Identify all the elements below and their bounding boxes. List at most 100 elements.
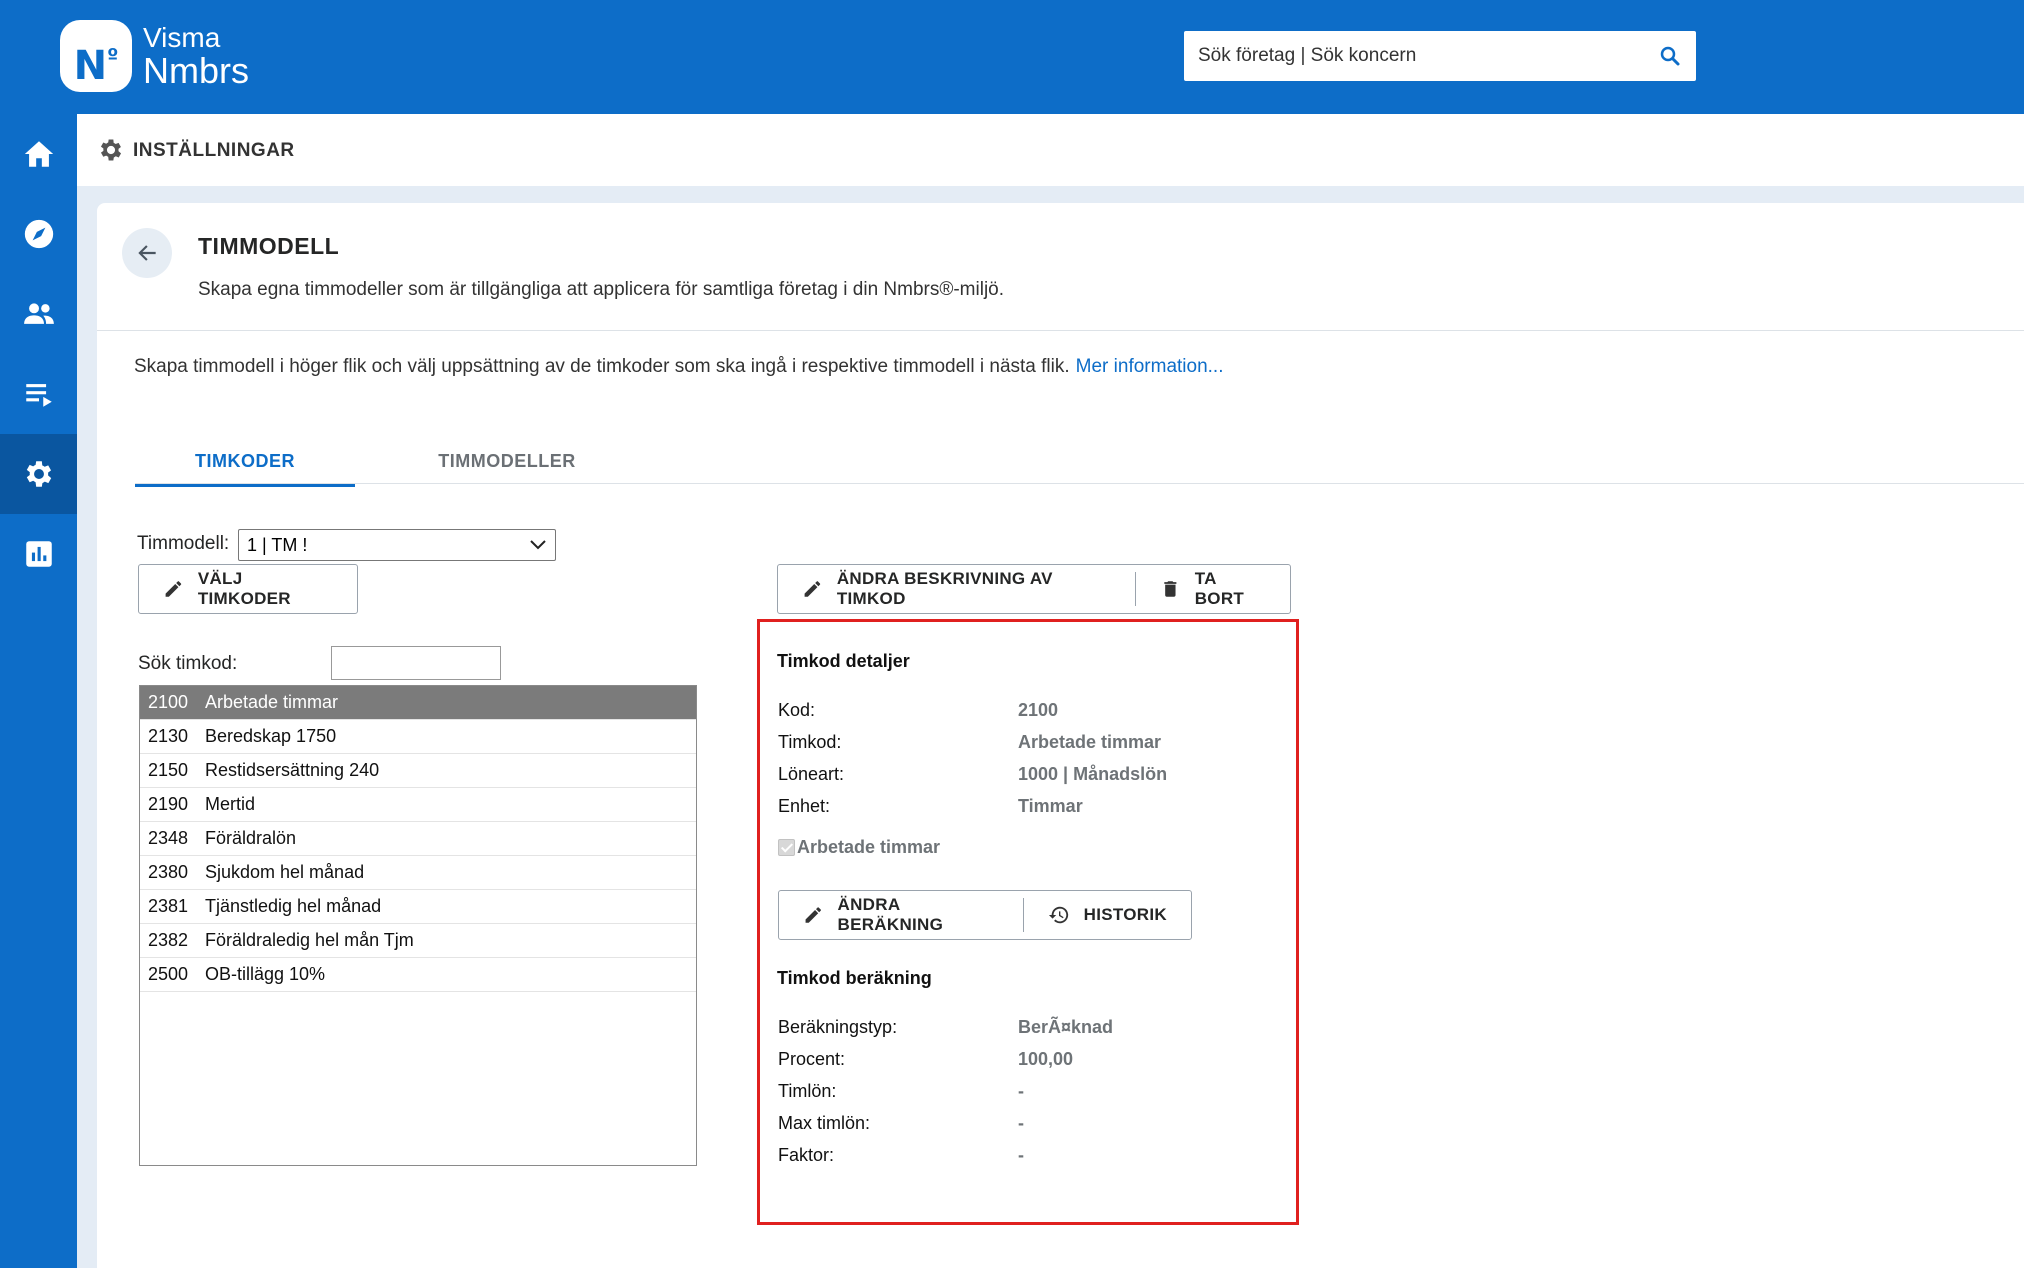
code-search-input[interactable] [331,646,501,680]
detail-value: 2100 [1018,700,1059,720]
detail-value: Timmar [1018,796,1083,816]
code-list[interactable]: 2100 Arbetade timmar 2130 Beredskap 1750 2… [139,685,697,1166]
details-heading: Timkod detaljer [777,651,910,671]
calc-label: Beräkningstyp: [778,1017,898,1037]
choose-codes-button[interactable]: VÄLJ TIMKODER [138,564,358,614]
detail-label: Enhet: [778,796,831,816]
top-bar: Nº Visma Nmbrs [0,0,2024,114]
history-button[interactable]: HISTORIK [1024,891,1191,939]
logo-badge[interactable]: Nº [60,20,132,92]
calc-actions-group: ÄNDRA BERÄKNING HISTORIK [778,890,1192,940]
tab-timkoder[interactable]: TIMKODER [135,435,355,487]
sidebar-item-explore[interactable] [0,194,77,274]
gear-icon [26,461,51,487]
calc-value: BerÃ¤knad [1018,1017,1114,1037]
trash-icon [1164,581,1177,597]
choose-codes-segment: VÄLJ TIMKODER [139,565,357,613]
list-item[interactable]: 2348 Föräldralön [140,822,696,856]
code-number: 2100 [148,692,189,712]
calc-label: Max timlön: [778,1113,871,1133]
code-number: 2190 [148,794,189,814]
list-item[interactable]: 2190 Mertid [140,788,696,822]
edit-description-label: ÄNDRA BESKRIVNING AV TIMKOD [836,569,1053,608]
list-icon [25,384,52,407]
chart-icon [25,541,52,567]
list-item[interactable]: 2381 Tjänstledig hel månad [140,890,696,924]
calc-label: Timlön: [778,1081,837,1101]
code-number: 2348 [148,828,189,848]
breadcrumb-label: INSTÄLLNINGAR [133,140,295,161]
detail-label: Timkod: [778,732,842,752]
code-name: OB-tillägg 10% [205,964,326,984]
list-item[interactable]: 2100 Arbetade timmar [140,686,696,720]
search-icon[interactable] [1658,44,1682,68]
delete-label: TA BORT [1194,569,1245,608]
code-number: 2381 [148,896,189,916]
pencil-icon [805,907,821,923]
model-select-value: 1 | TM ! [247,535,308,555]
list-item[interactable]: 2130 Beredskap 1750 [140,720,696,754]
info-text-body: Skapa timmodell i höger flik och välj up… [134,356,1070,377]
divider [97,330,2024,331]
list-item[interactable]: 2150 Restidsersättning 240 [140,754,696,788]
tab-timmodeller[interactable]: TIMMODELLER [397,435,617,487]
delete-button[interactable]: TA BORT [1136,565,1290,613]
gear-icon [100,139,122,161]
edit-description-button[interactable]: ÄNDRA BESKRIVNING AV TIMKOD [778,565,1135,613]
code-number: 2150 [148,760,189,780]
code-number: 2380 [148,862,189,882]
calc-label: Faktor: [778,1145,835,1165]
model-select[interactable]: 1 | TM ! [238,529,556,561]
detail-label: Kod: [778,700,816,720]
list-item[interactable]: 2382 Föräldraledig hel mån Tjm [140,924,696,958]
code-name: Tjänstledig hel månad [205,896,382,916]
edit-calculation-button[interactable]: ÄNDRA BERÄKNING [779,891,1023,939]
code-search-label: Sök timkod: [138,653,238,674]
arrow-left-icon [138,245,156,261]
code-number: 2500 [148,964,189,984]
more-info-link[interactable]: Mer information... [1076,356,1224,377]
back-button[interactable] [122,228,172,278]
code-name: Beredskap 1750 [205,726,337,746]
history-label: HISTORIK [1083,905,1167,924]
logo-text-nmbrs: Nmbrs [143,50,249,91]
code-name: Föräldralön [205,828,297,848]
edit-calculation-label: ÄNDRA BERÄKNING [837,895,944,934]
detail-value: 1000 | Månadslön [1018,764,1168,784]
calc-value: 100,00 [1018,1049,1074,1069]
calc-value: - [1018,1145,1024,1165]
detail-label: Löneart: [778,764,845,784]
code-details-panel: Timkod detaljer Kod: 2100 Timkod: Arbeta… [757,619,1299,1225]
detail-value: Arbetade timmar [1018,732,1162,752]
company-search-input[interactable] [1198,31,1638,81]
home-icon [24,141,53,167]
calc-value: - [1018,1081,1024,1101]
code-name: Mertid [205,794,256,814]
sidebar [0,114,77,1268]
company-search [1184,31,1696,81]
code-number: 2130 [148,726,189,746]
choose-codes-label: VÄLJ TIMKODER [197,569,291,608]
calc-label: Procent: [778,1049,846,1069]
list-item[interactable]: 2500 OB-tillägg 10% [140,958,696,992]
sidebar-item-home[interactable] [0,114,77,194]
compass-icon [24,219,53,249]
code-name: Restidsersättning 240 [205,760,380,780]
worked-hours-checkbox-row: Arbetade timmar [778,837,940,858]
list-item[interactable]: 2380 Sjukdom hel månad [140,856,696,890]
sidebar-item-reports[interactable] [0,514,77,594]
sidebar-item-settings[interactable] [0,434,77,514]
code-name: Föräldraledig hel mån Tjm [205,930,414,950]
worked-hours-checkbox-label: Arbetade timmar [797,837,941,857]
breadcrumb: INSTÄLLNINGAR [77,114,2024,186]
code-name: Arbetade timmar [205,692,339,712]
worked-hours-checkbox [778,839,795,856]
pencil-icon [804,581,821,597]
history-icon [1048,906,1068,924]
sidebar-item-lists[interactable] [0,354,77,434]
page-subtitle: Skapa egna timmodeller som är tillgängli… [198,279,1005,300]
main-card: TIMMODELL Skapa egna timmodeller som är … [97,203,2024,1268]
sidebar-item-employees[interactable] [0,274,77,354]
calc-value: - [1018,1113,1024,1133]
info-text: Skapa timmodell i höger flik och välj up… [134,356,1223,378]
